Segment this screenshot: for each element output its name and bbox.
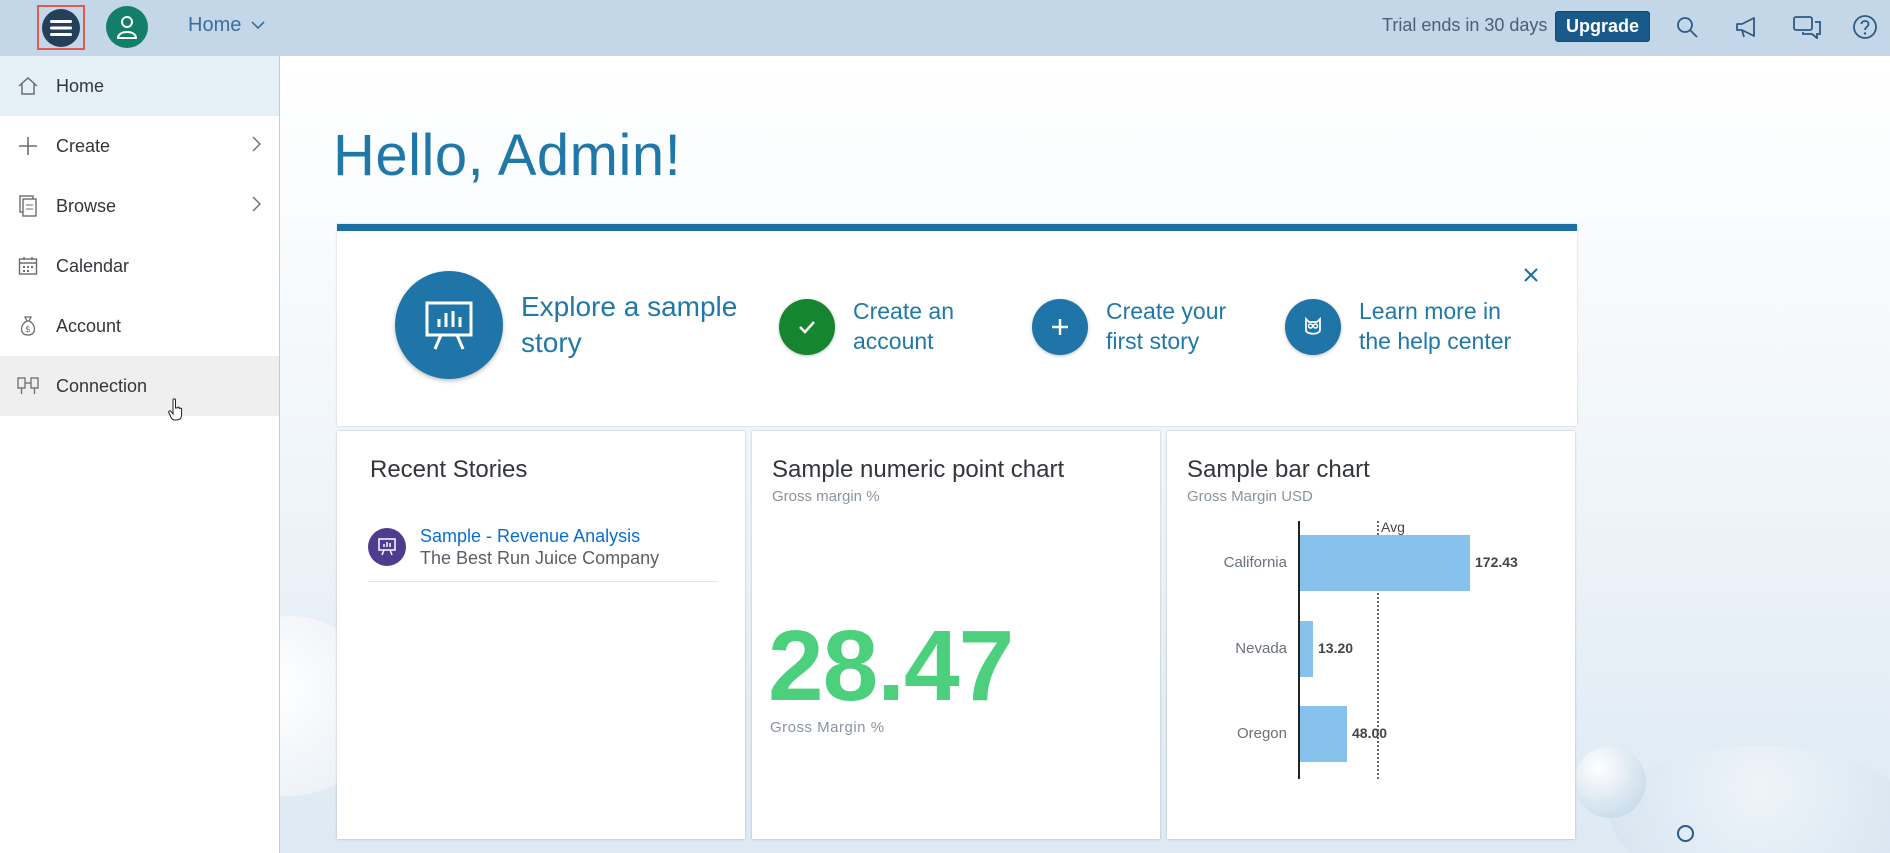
shell-bar: Home Trial ends in 30 days Upgrade	[0, 0, 1890, 56]
browse-icon	[0, 195, 56, 217]
list-item[interactable]: Sample - Revenue Analysis The Best Run J…	[368, 526, 718, 582]
step-label: Explore a sample story	[521, 290, 738, 358]
kpi-value: 28.47	[768, 610, 1014, 722]
story-link[interactable]: Sample - Revenue Analysis	[420, 526, 659, 547]
sidebar-item-connection[interactable]: Connection	[0, 356, 279, 421]
bar-value-label: 48.00	[1352, 725, 1388, 741]
recent-stories-tile: Recent Stories Sample - Revenue Analysis…	[337, 431, 745, 839]
step-help-center[interactable]: Learn more in the help center	[1285, 297, 1529, 357]
sidebar-item-label: Account	[56, 315, 122, 336]
page-title: Hello, Admin!	[333, 123, 682, 188]
step-label: Learn more in the help center	[1359, 298, 1512, 354]
side-navigation: Home Create Browse Calendar $ Account Co…	[0, 56, 280, 853]
plus-icon	[0, 136, 56, 156]
menu-button[interactable]	[37, 5, 85, 50]
sidebar-item-label: Home	[56, 75, 105, 96]
sidebar-item-label: Browse	[56, 195, 117, 216]
chat-icon[interactable]	[1792, 12, 1822, 42]
bar-value-label: 172.43	[1475, 554, 1518, 570]
chevron-down-icon	[251, 21, 265, 30]
step-label: Create your first story	[1106, 298, 1227, 354]
upgrade-button[interactable]: Upgrade	[1555, 11, 1651, 42]
help-icon[interactable]	[1850, 12, 1880, 42]
owl-icon	[1285, 298, 1341, 355]
shell-title-menu[interactable]: Home	[188, 14, 265, 37]
user-icon	[116, 16, 138, 39]
shell-title: Home	[188, 14, 242, 36]
story-company: The Best Run Juice Company	[420, 548, 660, 568]
bar-value-label: 13.20	[1318, 640, 1354, 656]
tile-subtitle: Gross Margin USD	[1187, 488, 1313, 505]
sidebar-item-create[interactable]: Create	[0, 116, 279, 176]
home-icon	[0, 76, 56, 96]
search-icon[interactable]	[1672, 12, 1702, 42]
chevron-right-icon	[252, 196, 261, 212]
kpi-label: Gross Margin %	[770, 719, 885, 736]
tile-title: Recent Stories	[370, 456, 528, 483]
average-label: Avg	[1381, 519, 1405, 535]
step-create-account[interactable]: Create an account	[779, 297, 1003, 357]
close-icon[interactable]	[1523, 259, 1539, 290]
bar[interactable]	[1300, 535, 1470, 591]
numeric-point-chart-tile: Sample numeric point chart Gross margin …	[752, 431, 1160, 839]
checkmark-icon	[779, 298, 835, 355]
step-explore-sample-story[interactable]: Explore a sample story	[395, 271, 751, 379]
trial-text: Trial ends in 30 days	[1382, 15, 1548, 35]
presentation-icon	[368, 528, 406, 566]
hamburger-icon	[42, 8, 80, 47]
decorative-bubble	[1610, 746, 1890, 853]
decorative-ring	[1677, 825, 1694, 842]
megaphone-icon[interactable]	[1732, 12, 1762, 42]
bar-category-label: Nevada	[1235, 640, 1287, 657]
sidebar-item-label: Create	[56, 135, 111, 156]
presentation-icon	[395, 271, 503, 379]
bar-category-label: California	[1223, 554, 1287, 571]
plus-icon	[1032, 298, 1088, 355]
sidebar-item-label: Calendar	[56, 255, 130, 276]
user-avatar-button[interactable]	[106, 6, 148, 48]
calendar-icon	[0, 256, 56, 276]
sidebar-item-browse[interactable]: Browse	[0, 176, 279, 236]
chevron-right-icon	[252, 136, 261, 152]
connection-icon	[0, 376, 56, 396]
step-create-first-story[interactable]: Create your first story	[1032, 297, 1256, 357]
tile-subtitle: Gross margin %	[772, 488, 880, 505]
money-bag-icon: $	[0, 315, 56, 337]
bar[interactable]	[1300, 706, 1347, 762]
bar-category-label: Oregon	[1236, 725, 1287, 742]
step-label: Create an account	[853, 298, 955, 354]
tile-title: Sample numeric point chart	[772, 456, 1065, 483]
decorative-bubble	[1574, 746, 1646, 818]
sidebar-item-home[interactable]: Home	[0, 56, 279, 116]
sidebar-item-label: Connection	[56, 375, 148, 396]
sidebar-item-account[interactable]: $ Account	[0, 296, 279, 356]
sidebar-item-calendar[interactable]: Calendar	[0, 236, 279, 296]
hand-cursor-icon	[168, 398, 183, 421]
welcome-panel: Explore a sample story Create an account…	[337, 224, 1577, 426]
bar-chart-tile: Sample bar chart Gross Margin USD Avg Ca…	[1167, 431, 1575, 839]
tile-title: Sample bar chart	[1187, 456, 1370, 483]
svg-text:$: $	[25, 325, 31, 335]
bar[interactable]	[1300, 621, 1313, 677]
